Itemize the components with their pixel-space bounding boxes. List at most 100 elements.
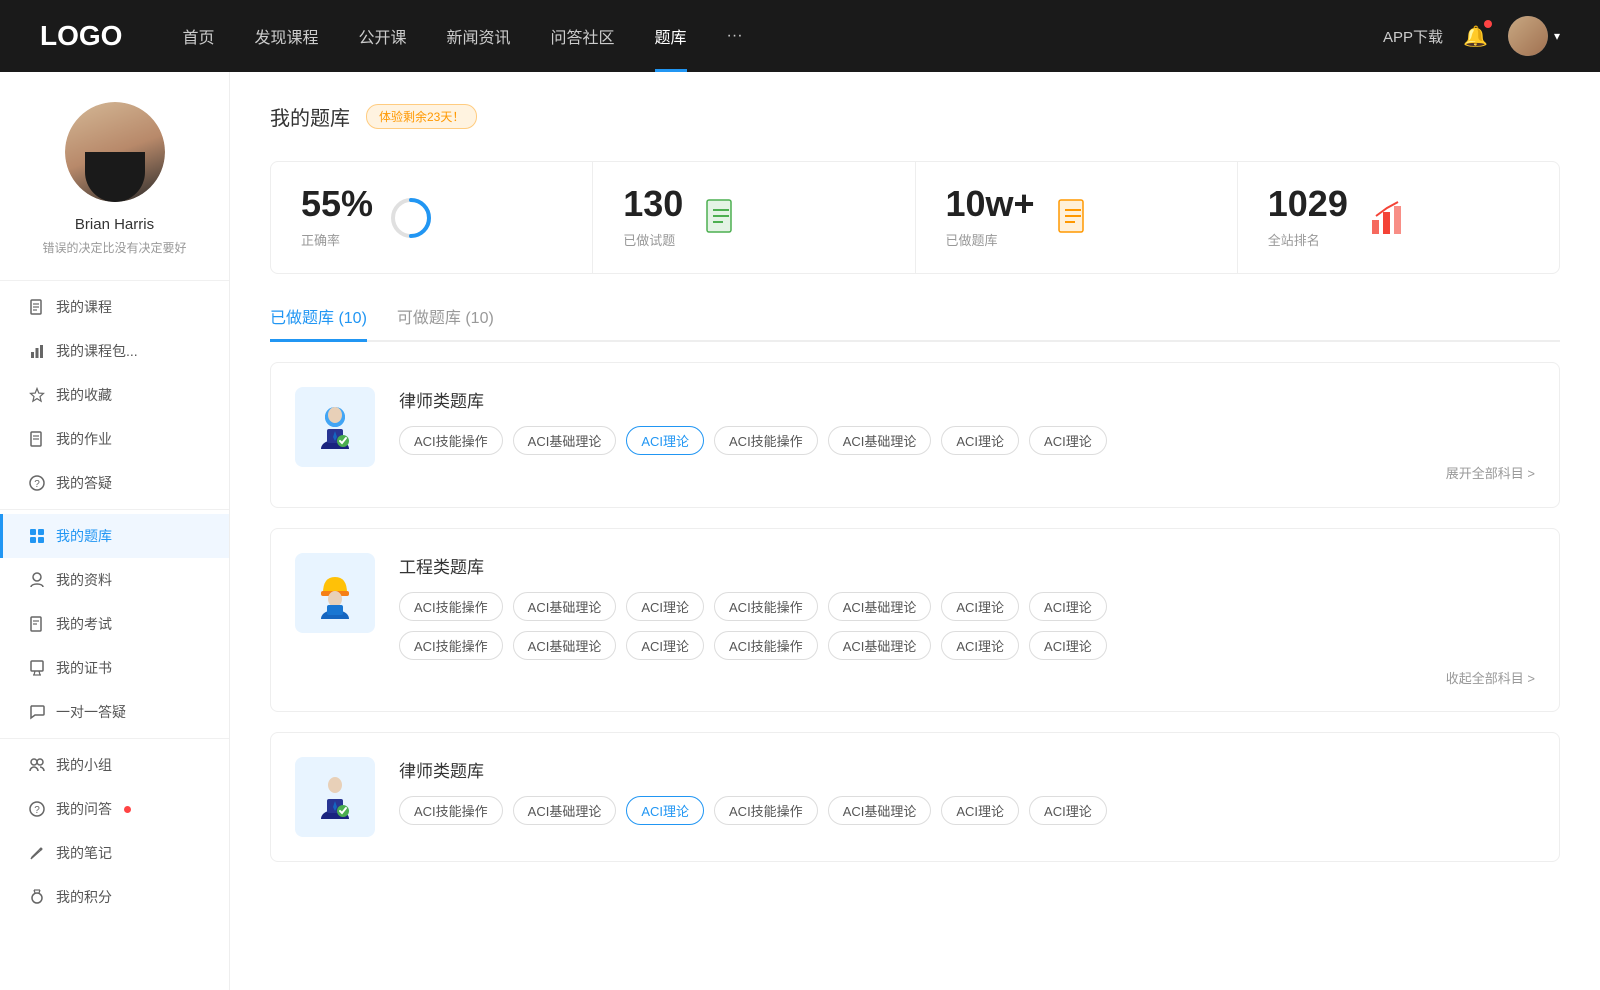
bank-tag[interactable]: ACI理论 — [1029, 426, 1107, 455]
tabs-row: 已做题库 (10) 可做题库 (10) — [270, 304, 1560, 342]
sidebar-item-my-points[interactable]: 我的积分 — [0, 875, 229, 919]
sidebar-item-my-qa[interactable]: ? 我的问答 — [0, 787, 229, 831]
bank-tag[interactable]: ACI理论 — [1029, 592, 1107, 621]
bank-tag[interactable]: ACI技能操作 — [714, 592, 818, 621]
stat-ranking-label: 全站排名 — [1268, 230, 1348, 249]
sidebar-label-my-exam: 我的考试 — [56, 614, 112, 634]
stat-accuracy-value: 55% — [301, 186, 373, 222]
question-mark-icon: ? — [28, 800, 46, 818]
sidebar: Brian Harris 错误的决定比没有决定要好 我的课程 我的课程包... … — [0, 72, 230, 990]
bank-content-lawyer-2: 律师类题库 ACI技能操作 ACI基础理论 ACI理论 ACI技能操作 ACI基… — [399, 757, 1535, 825]
bank-tag-highlighted[interactable]: ACI理论 — [626, 426, 704, 455]
sidebar-item-my-homework[interactable]: 我的作业 — [0, 417, 229, 461]
stat-done-banks: 10w+ 已做题库 — [916, 162, 1238, 273]
medal-icon — [28, 888, 46, 906]
stat-done-questions-label: 已做试题 — [623, 230, 683, 249]
sidebar-item-my-course[interactable]: 我的课程 — [0, 285, 229, 329]
bank-tag[interactable]: ACI理论 — [941, 796, 1019, 825]
bank-icon-engineer — [295, 553, 375, 633]
bank-tag[interactable]: ACI基础理论 — [828, 592, 932, 621]
stat-accuracy: 55% 正确率 — [271, 162, 593, 273]
sidebar-item-my-course-pack[interactable]: 我的课程包... — [0, 329, 229, 373]
chart-red-icon — [1364, 196, 1408, 240]
content-area: 我的题库 体验剩余23天！ 55% 正确率 130 — [230, 72, 1600, 990]
file-icon — [28, 298, 46, 316]
nav-news[interactable]: 新闻资讯 — [447, 24, 511, 48]
stat-accuracy-label: 正确率 — [301, 230, 373, 249]
bank-section-lawyer-2: 律师类题库 ACI技能操作 ACI基础理论 ACI理论 ACI技能操作 ACI基… — [270, 732, 1560, 862]
bank-icon-lawyer-2 — [295, 757, 375, 837]
bank-tag[interactable]: ACI理论 — [626, 592, 704, 621]
chart-icon — [28, 342, 46, 360]
bank-tag[interactable]: ACI基础理论 — [828, 631, 932, 660]
sidebar-item-my-favorites[interactable]: 我的收藏 — [0, 373, 229, 417]
app-download-button[interactable]: APP下载 — [1383, 26, 1443, 47]
sidebar-item-my-notes[interactable]: 我的笔记 — [0, 831, 229, 875]
file-text-icon — [28, 615, 46, 633]
collapse-all-link-engineer[interactable]: 收起全部科目 > — [399, 668, 1535, 687]
bank-tag[interactable]: ACI理论 — [941, 631, 1019, 660]
bank-tag[interactable]: ACI基础理论 — [828, 796, 932, 825]
nav-discover[interactable]: 发现课程 — [254, 24, 318, 48]
bank-tag[interactable]: ACI基础理论 — [513, 426, 617, 455]
user-motto: 错误的决定比没有决定要好 — [22, 239, 206, 256]
avatar-image — [1508, 16, 1548, 56]
sidebar-item-my-group[interactable]: 我的小组 — [0, 743, 229, 787]
stat-accuracy-text: 55% 正确率 — [301, 186, 373, 249]
bank-content-engineer: 工程类题库 ACI技能操作 ACI基础理论 ACI理论 ACI技能操作 ACI基… — [399, 553, 1535, 687]
main-layout: Brian Harris 错误的决定比没有决定要好 我的课程 我的课程包... … — [0, 72, 1600, 990]
bank-tag-highlighted[interactable]: ACI理论 — [626, 796, 704, 825]
bank-tag[interactable]: ACI技能操作 — [714, 796, 818, 825]
page-title-row: 我的题库 体验剩余23天！ — [270, 102, 1560, 131]
bank-tag[interactable]: ACI技能操作 — [399, 592, 503, 621]
doc-green-icon — [699, 196, 743, 240]
trial-badge: 体验剩余23天！ — [366, 104, 477, 129]
header: LOGO 首页 发现课程 公开课 新闻资讯 问答社区 题库 ··· APP下载 … — [0, 0, 1600, 72]
bank-tag[interactable]: ACI基础理论 — [513, 592, 617, 621]
bank-tag[interactable]: ACI理论 — [1029, 631, 1107, 660]
bank-icon-lawyer-1 — [295, 387, 375, 467]
nav-qa[interactable]: 问答社区 — [551, 24, 615, 48]
sidebar-divider-3 — [0, 738, 229, 739]
nav-home[interactable]: 首页 — [182, 24, 214, 48]
svg-text:?: ? — [34, 805, 40, 816]
notification-bell-icon[interactable]: 🔔 — [1463, 24, 1488, 49]
user-name: Brian Harris — [75, 216, 154, 233]
user-avatar-button[interactable]: ▾ — [1508, 16, 1560, 56]
sidebar-item-my-cert[interactable]: 我的证书 — [0, 646, 229, 690]
nav-open-course[interactable]: 公开课 — [358, 24, 406, 48]
sidebar-item-one-on-one[interactable]: 一对一答疑 — [0, 690, 229, 734]
bank-tag[interactable]: ACI理论 — [941, 426, 1019, 455]
tab-done[interactable]: 已做题库 (10) — [270, 304, 367, 340]
profile-avatar — [65, 102, 165, 202]
qa-notification-dot — [124, 806, 131, 813]
nav-bank[interactable]: 题库 — [655, 24, 687, 48]
bank-tag[interactable]: ACI技能操作 — [399, 796, 503, 825]
sidebar-label-one-on-one: 一对一答疑 — [56, 702, 126, 722]
stats-row: 55% 正确率 130 已做试题 — [270, 161, 1560, 274]
bank-tag[interactable]: ACI基础理论 — [513, 796, 617, 825]
bank-tag[interactable]: ACI理论 — [1029, 796, 1107, 825]
bank-tag[interactable]: ACI技能操作 — [714, 631, 818, 660]
bank-tags-engineer-row1: ACI技能操作 ACI基础理论 ACI理论 ACI技能操作 ACI基础理论 AC… — [399, 592, 1535, 621]
doc-orange-icon — [1051, 196, 1095, 240]
avatar — [1508, 16, 1548, 56]
nav-more[interactable]: ··· — [727, 27, 743, 45]
sidebar-item-my-questions[interactable]: ? 我的答疑 — [0, 461, 229, 505]
sidebar-item-my-bank[interactable]: 我的题库 — [0, 514, 229, 558]
sidebar-item-my-exam[interactable]: 我的考试 — [0, 602, 229, 646]
bank-tag[interactable]: ACI理论 — [626, 631, 704, 660]
stat-done-questions: 130 已做试题 — [593, 162, 915, 273]
stat-done-banks-label: 已做题库 — [946, 230, 1035, 249]
bank-tag[interactable]: ACI技能操作 — [399, 631, 503, 660]
sidebar-label-my-group: 我的小组 — [56, 755, 112, 775]
bank-tag[interactable]: ACI基础理论 — [828, 426, 932, 455]
tab-todo[interactable]: 可做题库 (10) — [397, 304, 494, 340]
bank-tag[interactable]: ACI理论 — [941, 592, 1019, 621]
sidebar-item-my-profile[interactable]: 我的资料 — [0, 558, 229, 602]
star-icon — [28, 386, 46, 404]
bank-tag[interactable]: ACI基础理论 — [513, 631, 617, 660]
bank-tag[interactable]: ACI技能操作 — [714, 426, 818, 455]
bank-tag[interactable]: ACI技能操作 — [399, 426, 503, 455]
expand-all-link-lawyer-1[interactable]: 展开全部科目 > — [1446, 463, 1535, 482]
